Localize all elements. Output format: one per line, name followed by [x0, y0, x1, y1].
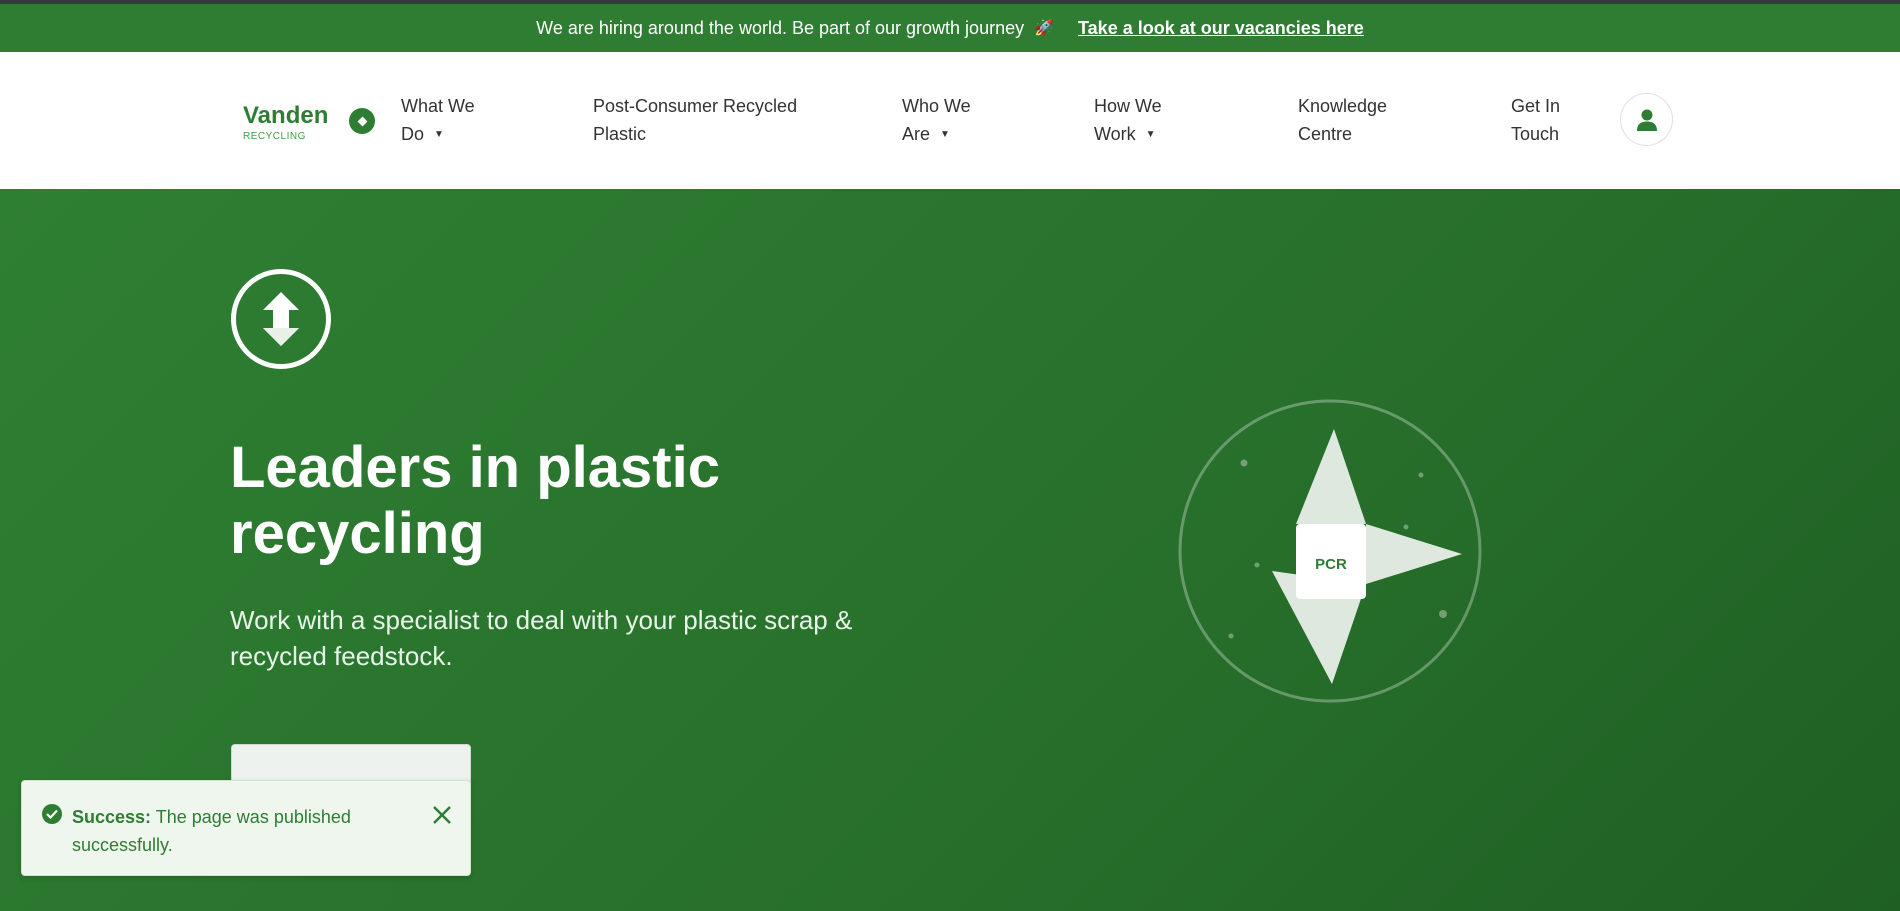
announcement-bar: We are hiring around the world. Be part … — [0, 4, 1900, 52]
nav-what-we-do[interactable]: What We Do ▼ — [401, 92, 475, 149]
caret-down-icon: ▼ — [1145, 129, 1156, 141]
up-down-arrows-icon — [231, 269, 331, 369]
account-button[interactable] — [1620, 93, 1673, 146]
success-toast: Success: The page was published successf… — [21, 780, 471, 876]
nav-get-in-touch[interactable]: Get In Touch — [1511, 92, 1560, 148]
nav-how-we-work[interactable]: How We Work ▼ — [1094, 92, 1162, 149]
nav-label: Do — [401, 124, 425, 144]
caret-down-icon: ▼ — [940, 129, 950, 141]
nav-label: How We — [1094, 96, 1162, 116]
site-header: Vanden RECYCLING What We Do ▼ Post-Consum… — [0, 52, 1900, 189]
nav-label: Who We — [902, 96, 971, 116]
nav-label: Knowledge — [1298, 96, 1388, 116]
rocket-icon: 🚀 — [1034, 20, 1055, 37]
hero-subtitle: Work with a specialist to deal with your… — [230, 605, 853, 671]
announcement-message: We are hiring around the world. Be part … — [536, 17, 1025, 38]
pcr-recycling-graphic: PCR — [1178, 399, 1482, 703]
logo-brand: Vanden — [243, 102, 329, 129]
check-circle-icon — [42, 804, 62, 824]
close-icon[interactable] — [430, 803, 454, 827]
nav-label: What We — [401, 96, 475, 116]
toast-label: Success: — [72, 807, 152, 827]
logo-subtitle: RECYCLING — [243, 131, 306, 142]
logo-mark-icon — [349, 108, 375, 134]
logo[interactable]: Vanden RECYCLING — [243, 102, 329, 143]
nav-label: Work — [1094, 124, 1136, 144]
nav-label: Centre — [1298, 124, 1353, 144]
nav-knowledge-centre[interactable]: Knowledge Centre — [1298, 92, 1387, 148]
toast-message: Success: The page was published successf… — [72, 803, 362, 859]
nav-post-consumer-recycled-plastic[interactable]: Post-Consumer Recycled Plastic — [593, 92, 797, 148]
caret-down-icon: ▼ — [434, 129, 444, 141]
user-icon — [1636, 109, 1657, 131]
nav-label: Are — [902, 124, 931, 144]
nav-label: Get In — [1511, 96, 1561, 116]
nav-label: Plastic — [593, 124, 647, 144]
pcr-label: PCR — [1315, 556, 1347, 573]
nav-who-we-are[interactable]: Who We Are ▼ — [902, 92, 971, 149]
vacancies-link[interactable]: Take a look at our vacancies here — [1078, 18, 1364, 39]
hero-title: Leaders in plastic recycling — [230, 435, 720, 566]
nav-label: Touch — [1511, 124, 1560, 144]
nav-label: Post-Consumer Recycled — [593, 96, 798, 116]
